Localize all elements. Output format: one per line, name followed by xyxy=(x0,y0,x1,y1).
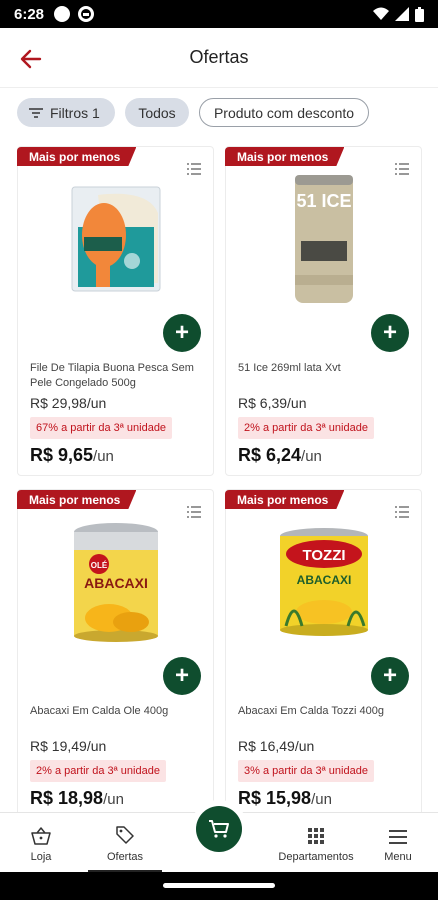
product-image: 51 ICE xyxy=(226,169,421,309)
tozzi-label-text: ABACAXI xyxy=(296,573,351,587)
beverage-can-image: 51 ICE xyxy=(294,175,353,303)
product-image: OLÉ ABACAXI xyxy=(18,512,213,652)
promo-label: 2% a partir da 3ª unidade xyxy=(238,417,374,439)
product-image: TOZZI ABACAXI xyxy=(226,512,421,652)
promo-badge: Mais por menos xyxy=(17,147,136,166)
promo-price: R$ 15,98/un xyxy=(238,788,332,809)
promo-label: 3% a partir da 3ª unidade xyxy=(238,760,374,782)
price-unit: /un xyxy=(301,448,322,465)
price-unit: /un xyxy=(311,791,332,808)
shopping-cart-icon xyxy=(209,820,229,838)
discount-chip-label: Produto com desconto xyxy=(213,104,355,121)
home-gesture-pill[interactable] xyxy=(163,883,275,888)
product-card[interactable]: Mais por menos OLÉ ABACAXI + Abacaxi Em … xyxy=(17,489,214,819)
filters-chip[interactable]: Filtros 1 xyxy=(17,98,115,127)
promo-price: R$ 6,24/un xyxy=(238,445,322,466)
promo-price-value: R$ 6,24 xyxy=(238,445,302,465)
product-name: File De Tilapia Buona Pesca Sem Pele Con… xyxy=(30,362,194,389)
product-image xyxy=(18,169,213,309)
back-arrow-icon[interactable] xyxy=(18,46,44,72)
promo-badge: Mais por menos xyxy=(17,490,136,509)
nav-store[interactable]: Loja xyxy=(20,813,62,871)
wifi-icon xyxy=(373,7,389,20)
nav-offers[interactable]: Ofertas xyxy=(88,813,162,873)
product-card[interactable]: Mais por menos TOZZI ABACAXI + Abacaxi E… xyxy=(225,489,422,819)
add-to-cart-button[interactable]: + xyxy=(163,314,201,352)
nav-departments-label: Departamentos xyxy=(278,851,354,863)
promo-price-value: R$ 18,98 xyxy=(30,788,104,808)
nav-departments[interactable]: Departamentos xyxy=(276,813,356,871)
nav-menu[interactable]: Menu xyxy=(380,813,416,871)
ole-brand-text: OLÉ xyxy=(90,561,107,570)
nav-offers-label: Ofertas xyxy=(106,851,144,863)
tozzi-brand-text: TOZZI xyxy=(302,547,345,564)
regular-price: R$ 19,49/un xyxy=(30,738,107,754)
cart-button[interactable] xyxy=(196,806,242,852)
all-chip-label: Todos xyxy=(138,104,176,121)
filters-chip-label: Filtros 1 xyxy=(50,104,100,121)
promo-price-value: R$ 15,98 xyxy=(238,788,312,808)
pineapple-can-image: TOZZI ABACAXI xyxy=(279,528,368,636)
nav-menu-label: Menu xyxy=(384,851,412,863)
promo-price-value: R$ 9,65 xyxy=(30,445,94,465)
product-card[interactable]: Mais por menos + File De Tilapia Buona P… xyxy=(17,146,214,476)
nav-store-label: Loja xyxy=(30,851,52,863)
system-navigation-bar xyxy=(0,872,438,900)
grid-icon xyxy=(308,828,324,844)
promo-price: R$ 18,98/un xyxy=(30,788,124,809)
fish-package-image xyxy=(71,186,160,292)
all-chip[interactable]: Todos xyxy=(125,98,189,127)
add-to-cart-button[interactable]: + xyxy=(371,657,409,695)
basket-icon xyxy=(31,827,51,845)
add-to-cart-button[interactable]: + xyxy=(371,314,409,352)
status-bar: 6:28 xyxy=(0,0,438,28)
regular-price: R$ 6,39/un xyxy=(238,395,307,411)
status-time: 6:28 xyxy=(14,5,45,23)
product-name: Abacaxi Em Calda Tozzi 400g xyxy=(238,705,384,717)
product-name: 51 Ice 269ml lata Xvt xyxy=(238,362,341,374)
steering-wheel-icon xyxy=(78,6,95,22)
signal-icon xyxy=(395,7,409,21)
promo-label: 2% a partir da 3ª unidade xyxy=(30,760,166,782)
filter-bar: Filtros 1 Todos Produto com desconto xyxy=(17,98,369,127)
price-unit: /un xyxy=(103,791,124,808)
promo-price: R$ 9,65/un xyxy=(30,445,114,466)
tag-icon xyxy=(116,826,134,844)
hamburger-menu-icon xyxy=(389,830,407,844)
discount-chip[interactable]: Produto com desconto xyxy=(199,98,369,127)
can-brand-text: 51 ICE xyxy=(296,191,351,211)
product-card[interactable]: Mais por menos 51 ICE + 51 Ice 269ml lat… xyxy=(225,146,422,476)
promo-label: 67% a partir da 3ª unidade xyxy=(30,417,173,439)
ole-label-text: ABACAXI xyxy=(84,575,148,591)
notification-dot-icon xyxy=(54,6,71,22)
page-title: Ofertas xyxy=(189,47,249,67)
promo-badge: Mais por menos xyxy=(225,147,344,166)
app-header: Ofertas xyxy=(0,28,438,88)
add-to-cart-button[interactable]: + xyxy=(163,657,201,695)
pineapple-can-image: OLÉ ABACAXI xyxy=(73,523,158,642)
battery-icon xyxy=(415,6,424,22)
regular-price: R$ 16,49/un xyxy=(238,738,315,754)
promo-badge: Mais por menos xyxy=(225,490,344,509)
regular-price: R$ 29,98/un xyxy=(30,395,107,411)
price-unit: /un xyxy=(93,448,114,465)
filter-lines-icon xyxy=(29,107,43,118)
product-name: Abacaxi Em Calda Ole 400g xyxy=(30,705,169,717)
